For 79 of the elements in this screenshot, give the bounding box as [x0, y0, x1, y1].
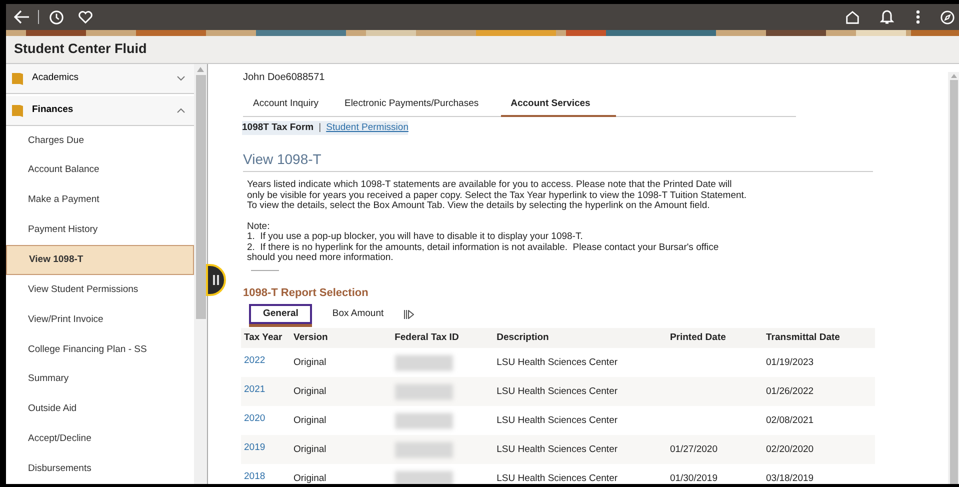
sidebar-item[interactable]: Make a Payment	[6, 185, 194, 216]
table-cell-text: 01/19/2023	[766, 356, 815, 370]
sub-link[interactable]: Student Permission	[326, 121, 408, 136]
table-cell-text: 01/26/2022	[766, 384, 815, 399]
bell-icon[interactable]	[880, 9, 894, 25]
table-cell: 01/30/2019	[670, 472, 718, 484]
chevron-up-icon	[177, 108, 185, 113]
sidebar-item[interactable]: College Financing Plan - SS	[6, 334, 194, 365]
table-cell-text: Original	[294, 442, 328, 457]
section-heading: View 1098-T	[243, 149, 873, 172]
tab[interactable]: Account Services	[500, 97, 616, 118]
scrollbar-thumb[interactable]	[196, 75, 206, 319]
sidebar-item[interactable]: Charges Due	[6, 126, 194, 156]
report-title: 1098-T Report Selection	[243, 286, 370, 301]
sidebar-item[interactable]: View Student Permissions	[6, 275, 194, 305]
column-header: Version	[294, 331, 329, 346]
student-name: John Doe6088571	[243, 71, 326, 85]
tax-year-link[interactable]: 2018	[244, 470, 266, 482]
page-title: Student Center Fluid	[14, 40, 147, 58]
sidebar-item[interactable]: Disbursements	[6, 454, 194, 484]
collapse-handle[interactable]	[206, 264, 226, 296]
sidebar-item[interactable]: View 1098-T	[6, 245, 194, 275]
report-tab[interactable]: General	[249, 304, 312, 324]
sidebar-group[interactable]: Academics	[6, 64, 194, 94]
home-icon[interactable]	[845, 10, 860, 24]
book-icon	[12, 72, 23, 85]
table-cell-text: Original	[294, 472, 328, 484]
tax-year-link[interactable]: 2022	[244, 354, 266, 366]
back-icon[interactable]	[14, 10, 30, 24]
sidebar-group[interactable]: Finances	[6, 96, 194, 126]
pause-icon	[213, 275, 219, 285]
blurred-value	[394, 384, 453, 400]
sidebar-item[interactable]: View/Print Invoice	[6, 304, 194, 335]
table-cell-text: LSU Health Sciences Center	[496, 442, 619, 457]
table-cell-text: LSU Health Sciences Center	[496, 356, 619, 370]
sidebar-item[interactable]: Accept/Decline	[6, 424, 194, 454]
column-header: Printed Date	[670, 331, 727, 346]
note-title: Note:	[246, 222, 271, 232]
blurred-value	[394, 470, 453, 484]
heart-icon[interactable]	[78, 10, 93, 24]
chevron-down-icon	[177, 76, 185, 81]
more-icon[interactable]	[916, 10, 920, 24]
sidebar-item[interactable]: Account Balance	[6, 156, 194, 186]
column-header: Transmittal Date	[766, 331, 841, 346]
table-cell-text: 03/18/2019	[766, 472, 815, 484]
scrollbar-thumb[interactable]	[950, 80, 958, 484]
sidebar-item[interactable]: Outside Aid	[6, 394, 194, 424]
table-cell-text: LSU Health Sciences Center	[496, 384, 619, 399]
table-cell-text: LSU Health Sciences Center	[496, 472, 619, 484]
blurred-value	[394, 412, 453, 429]
tax-year-link[interactable]: 2019	[244, 442, 266, 453]
table-cell-text: Original	[294, 384, 328, 399]
tab[interactable]: Electronic Payments/Purchases	[334, 97, 489, 118]
sidebar-item[interactable]: Payment History	[6, 215, 194, 246]
sidebar-item[interactable]: Summary	[6, 364, 194, 394]
tax-year-link[interactable]: 2021	[244, 384, 266, 395]
note-text: 2. If there is no hyperlink for the amounts, detail information is not available. Please contact your Bursar's office should you need more information.	[247, 242, 720, 264]
blurred-value	[394, 442, 453, 458]
table-cell-text: 02/20/2020	[766, 442, 815, 457]
table-cell: 01/27/2020	[670, 444, 718, 455]
clock-icon[interactable]	[49, 10, 64, 24]
show-all-columns-icon[interactable]	[404, 310, 414, 319]
compass-icon[interactable]	[940, 10, 955, 24]
column-header: Federal Tax ID	[394, 331, 460, 346]
sub-link[interactable]: 1098T Tax Form	[242, 121, 314, 136]
table-cell-text: Original	[294, 414, 328, 428]
tab[interactable]: Account Inquiry	[243, 97, 328, 118]
column-header: Tax Year	[244, 331, 284, 346]
table-cell-text: LSU Health Sciences Center	[496, 414, 619, 428]
column-header: Description	[496, 331, 550, 346]
table-cell-text: Original	[294, 356, 328, 370]
report-tab[interactable]: Box Amount	[320, 304, 396, 324]
link-separator: |	[318, 121, 322, 136]
intro-paragraph: Years listed indicate which 1098-T statements are available for you to access. Please note that the Printed Date will only be visible for years you received a paper copy. Select the Tax Year hyperlink to view the 1098-T Tuition Statement. To view the details, select the Box Amount Tab. View the details by selecting the hyperlink on the Amount field.	[246, 180, 748, 212]
note-text: 1. If you use a pop-up blocker, you will have to disable it to display your 1098-T.	[247, 232, 584, 243]
blurred-value	[394, 354, 453, 371]
tax-year-link[interactable]: 2020	[244, 412, 266, 424]
table-cell-text: 02/08/2021	[766, 414, 815, 428]
book-icon	[12, 104, 23, 117]
